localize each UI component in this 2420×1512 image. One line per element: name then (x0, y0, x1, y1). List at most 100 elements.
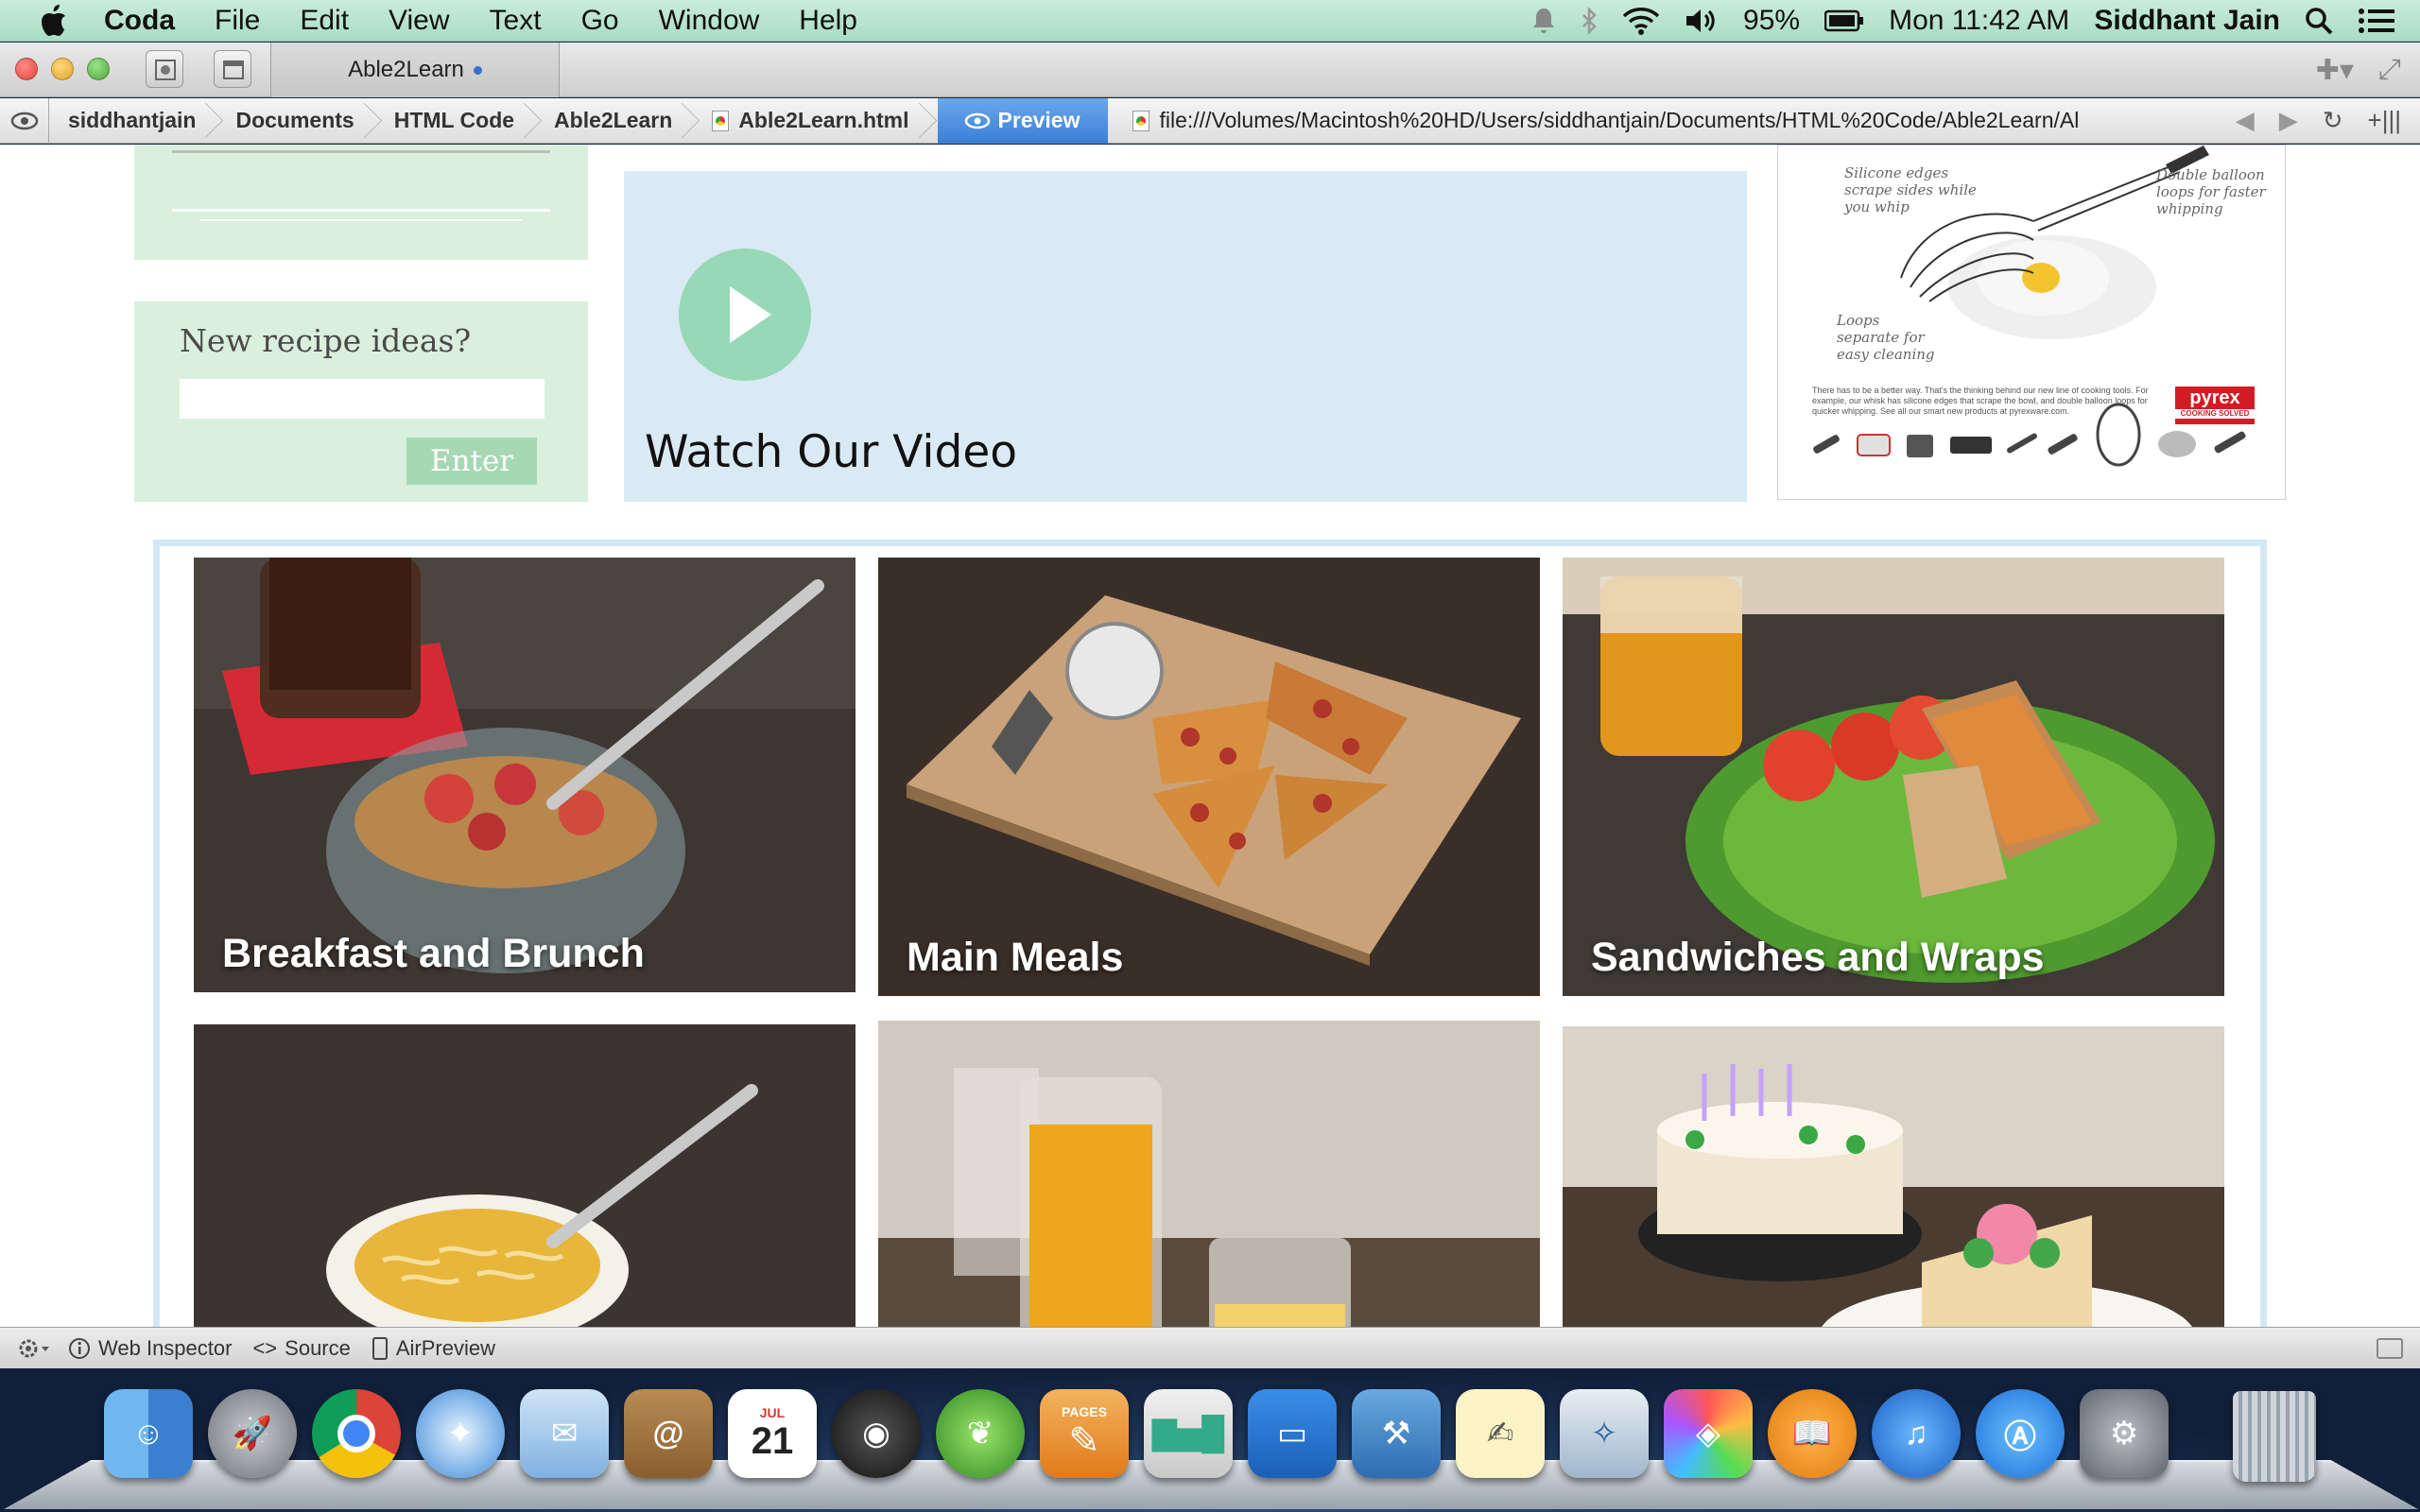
url-text[interactable]: file:///Volumes/Macintosh%20HD/Users/sid… (1159, 108, 2161, 133)
category-tile-main-meals[interactable]: Main Meals (878, 558, 1540, 996)
add-bookmark-icon[interactable]: +||| (2368, 106, 2401, 135)
preview-icon[interactable]: ✧ (1560, 1389, 1649, 1478)
code-brackets-icon: <> (252, 1335, 278, 1360)
wifi-icon[interactable] (1622, 7, 1660, 35)
play-video-button[interactable] (679, 249, 811, 381)
path-menu-button[interactable] (0, 97, 49, 144)
itunes-icon[interactable]: ♫ (1872, 1389, 1961, 1478)
window-zoom-button[interactable] (87, 58, 110, 80)
breadcrumb-file-label: Able2Learn.html (738, 108, 909, 132)
pages-icon[interactable]: PAGES ✎ (1040, 1389, 1129, 1478)
category-tile-sandwiches[interactable]: Sandwiches and Wraps (1563, 558, 2224, 996)
sites-button[interactable] (146, 50, 183, 88)
video-panel[interactable]: Watch Our Video (624, 171, 1747, 502)
pyrex-brand: pyrex (2189, 387, 2240, 408)
notification-bell-icon[interactable] (1531, 7, 1556, 35)
preview-tab[interactable]: Preview (937, 97, 1109, 144)
menu-edit[interactable]: Edit (300, 5, 349, 37)
recipe-ideas-input[interactable] (180, 379, 544, 419)
contacts-icon[interactable]: @ (624, 1389, 713, 1478)
web-inspector-button[interactable]: Web Inspector (68, 1336, 232, 1361)
bluetooth-icon[interactable] (1581, 6, 1598, 35)
web-preview[interactable]: New recipe ideas? Enter Watch Our Video (0, 145, 2420, 1327)
forward-icon[interactable]: ▶ (2279, 106, 2298, 135)
menu-view[interactable]: View (389, 5, 449, 37)
breadcrumb-able2learn[interactable]: Able2Learn (535, 98, 693, 144)
notification-center-icon[interactable] (2358, 7, 2395, 35)
xcode-icon[interactable]: ⚒ (1352, 1389, 1441, 1478)
system-preferences-icon[interactable]: ⚙ (2080, 1389, 2169, 1478)
category-tile-breakfast[interactable]: Breakfast and Brunch (194, 558, 856, 992)
menu-window[interactable]: Window (659, 5, 760, 37)
address-field[interactable]: file:///Volumes/Macintosh%20HD/Users/sid… (1132, 108, 2235, 133)
window-titlebar: Able2Learn ✚▾ ⤢ (0, 43, 2420, 97)
breadcrumb-documents[interactable]: Documents (216, 98, 374, 144)
facetime-icon[interactable]: ◉ (832, 1389, 921, 1478)
safari-icon[interactable]: ✦ (416, 1389, 505, 1478)
menu-text[interactable]: Text (490, 5, 542, 37)
source-label: Source (285, 1335, 351, 1360)
menu-help[interactable]: Help (799, 5, 857, 37)
trash-icon[interactable] (2233, 1391, 2316, 1482)
document-tab[interactable]: Able2Learn (270, 43, 560, 97)
recipe-ideas-box: New recipe ideas? Enter (134, 301, 588, 502)
app-menu-coda[interactable]: Coda (104, 5, 175, 37)
volume-icon[interactable] (1685, 7, 1719, 35)
gear-menu-icon[interactable] (17, 1337, 49, 1360)
ad-note-loops: Loops separate for easy cleaning (1837, 312, 1935, 363)
reload-icon[interactable]: ↻ (2323, 106, 2343, 135)
ad-copy: There has to be a better way. That's the… (1812, 386, 2149, 416)
keynote-icon[interactable]: ▭ (1248, 1389, 1337, 1478)
apple-menu-icon[interactable] (36, 4, 74, 38)
sandwich-photo (1563, 558, 2224, 996)
preview-eye-icon (964, 112, 990, 129)
chrome-icon[interactable] (312, 1389, 401, 1478)
pages-label: PAGES (1062, 1404, 1107, 1419)
app-store-icon[interactable]: Ⓐ (1976, 1389, 2065, 1478)
menu-file[interactable]: File (215, 5, 260, 37)
category-label-main-meals: Main Meals (907, 935, 1124, 980)
sidebar-toggle-button[interactable] (214, 50, 251, 88)
grapher-icon[interactable]: ◈ (1664, 1389, 1753, 1478)
textedit-icon[interactable]: ✍ (1456, 1389, 1545, 1478)
airpreview-button[interactable]: AirPreview (372, 1336, 495, 1361)
calendar-icon[interactable]: JUL 21 (728, 1389, 817, 1478)
breadcrumb-html-code[interactable]: HTML Code (375, 98, 535, 144)
battery-percent[interactable]: 95% (1743, 5, 1800, 37)
window-close-button[interactable] (15, 58, 38, 80)
window-minimize-button[interactable] (51, 58, 74, 80)
source-button[interactable]: <> Source (252, 1336, 350, 1361)
calendar-day: 21 (751, 1419, 794, 1462)
add-tab-icon[interactable]: ✚▾ (2316, 54, 2354, 87)
category-tile-soups[interactable] (194, 1024, 856, 1327)
enter-button[interactable]: Enter (406, 438, 537, 485)
category-tile-drinks[interactable] (878, 1021, 1540, 1327)
menu-clock[interactable]: Mon 11:42 AM (1889, 5, 2069, 37)
breadcrumb-file[interactable]: Able2Learn.html (693, 98, 929, 144)
spotlight-search-icon[interactable] (2305, 7, 2333, 35)
pyrex-logo: pyrex COOKING SOLVED (2175, 387, 2255, 424)
pyrex-tagline: COOKING SOLVED (2175, 409, 2255, 419)
mail-icon[interactable]: ✉ (520, 1389, 609, 1478)
info-icon (69, 1337, 90, 1359)
back-icon[interactable]: ◀ (2236, 106, 2255, 135)
breadcrumb-siddhantjain[interactable]: siddhantjain (49, 98, 216, 144)
collapse-panel-icon[interactable] (2377, 1337, 2403, 1359)
battery-icon[interactable] (1824, 9, 1864, 32)
pyrex-advertisement[interactable]: Silicone edges scrape sides while you wh… (1777, 145, 2286, 500)
category-grid: Breakfast and Brunch Main Meals Sandwich… (153, 540, 2267, 1327)
unsaved-dot-icon (473, 65, 482, 75)
ibooks-icon[interactable]: 📖 (1768, 1389, 1857, 1478)
menu-user-name[interactable]: Siddhant Jain (2094, 5, 2280, 37)
breakfast-photo (194, 558, 856, 992)
finder-icon[interactable]: ☺ (104, 1389, 193, 1478)
fullscreen-icon[interactable]: ⤢ (2378, 54, 2401, 87)
numbers-icon[interactable]: ▇▅█ (1144, 1389, 1233, 1478)
menu-go[interactable]: Go (581, 5, 619, 37)
coda-icon[interactable]: ❦ (936, 1389, 1025, 1478)
category-tile-desserts[interactable] (1563, 1026, 2224, 1327)
pizza-photo (878, 558, 1540, 996)
path-bar: siddhantjain Documents HTML Code Able2Le… (0, 97, 2420, 144)
category-label-breakfast: Breakfast and Brunch (222, 931, 645, 976)
launchpad-icon[interactable]: 🚀 (208, 1389, 297, 1478)
